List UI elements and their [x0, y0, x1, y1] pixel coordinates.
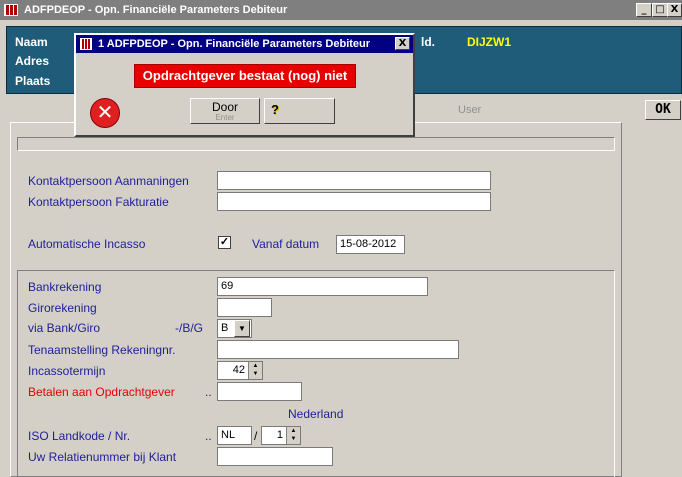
bank-group-box	[17, 270, 615, 477]
dialog-titlebar[interactable]: 1 ADFPDEOP - Opn. Financiële Parameters …	[76, 35, 413, 53]
continue-shortcut: Enter	[215, 113, 235, 122]
contact-invoicing-label: Kontaktpersoon Fakturatie	[28, 195, 169, 209]
collection-term-value: 42	[232, 364, 245, 376]
account-name-input[interactable]	[217, 340, 459, 359]
country-name: Nederland	[288, 407, 344, 421]
via-bank-giro-label: via Bank/Giro	[28, 321, 101, 335]
from-date-label: Vanaf datum	[252, 237, 320, 251]
iso-country-dots: ..	[205, 429, 212, 443]
giro-account-input[interactable]	[217, 298, 272, 317]
pay-to-client-label: Betalen aan Opdrachtgever	[28, 385, 175, 399]
client-relation-input[interactable]	[217, 447, 333, 466]
iso-country-code-input[interactable]: NL	[217, 426, 252, 445]
name-label: Naam	[15, 35, 48, 49]
continue-button[interactable]: Door Enter	[190, 98, 260, 124]
contact-invoicing-input[interactable]	[217, 192, 491, 211]
spin-down-icon[interactable]: ▼	[287, 435, 300, 443]
dialog-title: 1 ADFPDEOP - Opn. Financiële Parameters …	[98, 38, 371, 50]
giro-account-label: Girorekening	[28, 301, 97, 315]
account-name-label: Tenaamstelling Rekeningnr.	[28, 343, 176, 357]
contact-reminders-label: Kontaktpersoon Aanmaningen	[28, 174, 189, 188]
pay-to-client-input[interactable]	[217, 382, 302, 401]
spin-up-icon[interactable]: ▲	[249, 362, 262, 370]
iso-number-value: 1	[276, 429, 283, 441]
address-label: Adres	[15, 54, 50, 68]
error-icon: ✕	[90, 98, 120, 128]
collection-term-label: Incassotermijn	[28, 364, 106, 378]
contact-reminders-input[interactable]	[217, 171, 491, 190]
via-bank-giro-hint: -/B/G	[175, 321, 204, 335]
close-button[interactable]: X	[667, 3, 682, 17]
auto-collection-checkbox[interactable]: ✓	[218, 236, 231, 249]
tab-user[interactable]: User	[458, 104, 481, 124]
ok-button[interactable]: OK	[645, 100, 681, 120]
help-button[interactable]: ?	[264, 98, 335, 124]
iso-separator: /	[254, 429, 258, 443]
chevron-down-icon[interactable]: ▼	[234, 320, 250, 337]
dialog-close-button[interactable]: X	[395, 37, 410, 50]
auto-collection-label: Automatische Incasso	[28, 237, 146, 251]
app-icon	[4, 4, 18, 16]
spin-up-icon[interactable]: ▲	[287, 427, 300, 435]
minimize-button[interactable]: _	[636, 3, 652, 17]
client-relation-label: Uw Relatienummer bij Klant	[28, 450, 177, 464]
continue-label: Door	[211, 100, 238, 114]
top-group-box	[17, 137, 615, 151]
collection-term-spinner[interactable]: ▲ ▼	[248, 362, 262, 379]
city-label: Plaats	[15, 74, 51, 88]
id-value: DIJZW1	[467, 35, 512, 49]
iso-country-label: ISO Landkode / Nr.	[28, 429, 131, 443]
pay-to-client-dots: ..	[205, 385, 212, 399]
from-date-input[interactable]: 15-08-2012	[336, 235, 405, 254]
bank-account-input[interactable]: 69	[217, 277, 428, 296]
window-title: ADFPDEOP - Opn. Financiële Parameters De…	[24, 4, 288, 16]
iso-number-spinner[interactable]: ▲ ▼	[286, 427, 300, 444]
help-icon: ?	[271, 102, 279, 117]
error-message: Opdrachtgever bestaat (nog) niet	[134, 64, 356, 88]
spin-down-icon[interactable]: ▼	[249, 370, 262, 378]
id-label: ld.	[421, 35, 435, 49]
app-icon	[80, 38, 92, 50]
error-dialog: 1 ADFPDEOP - Opn. Financiële Parameters …	[74, 33, 415, 137]
bank-account-label: Bankrekening	[28, 280, 102, 294]
window-titlebar[interactable]: ADFPDEOP - Opn. Financiële Parameters De…	[0, 0, 682, 20]
via-bank-giro-value: B	[221, 322, 229, 334]
maximize-button[interactable]: □	[652, 3, 668, 17]
